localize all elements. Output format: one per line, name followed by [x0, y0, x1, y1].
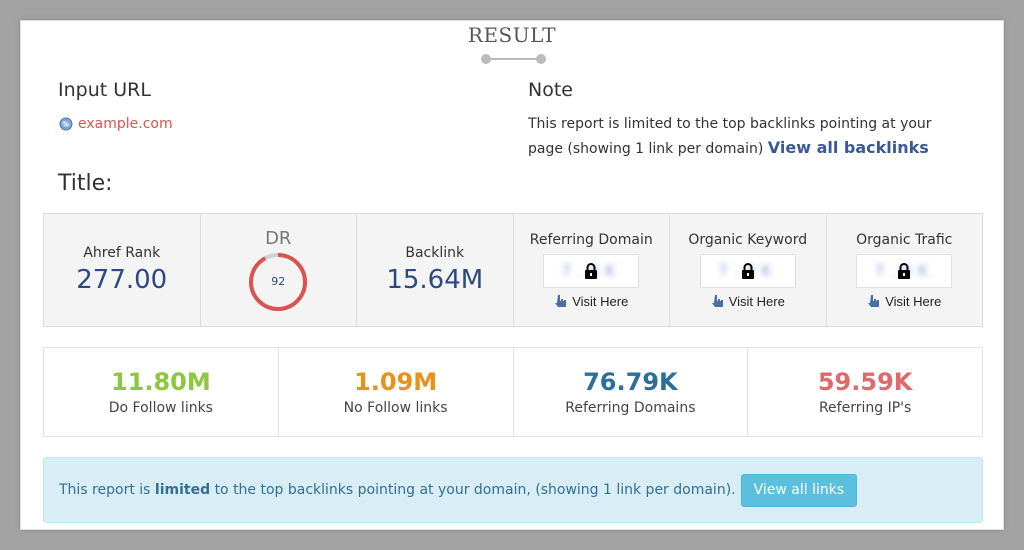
organic-keyword-label: Organic Keyword	[688, 231, 808, 248]
stats-row: Ahref Rank 277.00 DR 92 Backlink 15.64M …	[43, 213, 983, 327]
referring-domain-label: Referring Domain	[529, 231, 653, 248]
dr-gauge: 92	[247, 251, 309, 313]
organic-keyword-locked-value: 7.0K	[699, 253, 796, 288]
info-text: This report is limited to the top backli…	[59, 482, 736, 498]
visit-here-label: Visit Here	[885, 293, 942, 309]
organic-traffic-locked-value: 7.0K	[856, 253, 953, 288]
link-stats-row: 11.80M Do Follow links 1.09M No Follow l…	[43, 347, 983, 437]
stat-organic-keyword: Organic Keyword 7.0K Visit Here	[670, 214, 827, 326]
referring-domain-visit-link[interactable]: Visit Here	[554, 294, 628, 309]
ahref-rank-value: 277.00	[76, 265, 168, 295]
result-divider-line	[485, 58, 543, 60]
info-text-before: This report is	[59, 482, 151, 498]
input-url-link[interactable]: example.com	[59, 116, 173, 132]
divider-dot-left	[481, 54, 491, 64]
view-all-backlinks-link[interactable]: View all backlinks	[768, 138, 929, 157]
visit-here-label: Visit Here	[572, 293, 629, 309]
note-text: This report is limited to the top backli…	[528, 113, 968, 161]
pointer-hand-icon	[868, 295, 880, 307]
referring-domains-value: 76.79K	[583, 368, 678, 396]
page-title: Title:	[58, 171, 113, 196]
result-content: RESULT Input URL example.com Note This r…	[25, 21, 999, 529]
lock-icon	[741, 262, 754, 279]
result-card: RESULT Input URL example.com Note This r…	[20, 20, 1004, 530]
organic-traffic-label: Organic Trafic	[856, 231, 953, 248]
no-follow-stat: 1.09M No Follow links	[279, 348, 514, 436]
do-follow-value: 11.80M	[110, 368, 211, 396]
backlink-label: Backlink	[405, 245, 465, 261]
ahref-rank-label: Ahref Rank	[83, 245, 161, 261]
info-alert: This report is limited to the top backli…	[43, 457, 983, 523]
pointer-hand-icon	[711, 295, 723, 307]
lock-icon	[898, 262, 911, 279]
referring-ips-value: 59.59K	[817, 368, 913, 396]
input-url-heading: Input URL	[58, 79, 151, 101]
organic-keyword-visit-link[interactable]: Visit Here	[711, 294, 785, 309]
stat-backlink: Backlink 15.64M	[357, 214, 514, 326]
view-all-links-button[interactable]: View all links	[740, 473, 858, 507]
backlink-value: 15.64M	[386, 265, 484, 295]
pointer-hand-icon	[555, 295, 567, 307]
do-follow-label: Do Follow links	[108, 400, 213, 416]
referring-domains-stat: 76.79K Referring Domains	[514, 348, 749, 436]
info-text-bold: limited	[154, 482, 211, 498]
dr-label: DR	[265, 227, 292, 249]
referring-domains-label: Referring Domains	[565, 400, 696, 416]
referring-ips-stat: 59.59K Referring IP's	[748, 348, 982, 436]
dr-value: 92	[271, 274, 286, 288]
organic-traffic-visit-link[interactable]: Visit Here	[867, 294, 941, 309]
referring-domain-locked-value: 7.0K	[543, 253, 640, 288]
no-follow-label: No Follow links	[343, 400, 448, 416]
referring-ips-label: Referring IP's	[818, 400, 912, 416]
info-text-after: to the top backlinks pointing at your do…	[214, 482, 736, 498]
stat-dr: DR 92	[201, 214, 357, 326]
note-heading: Note	[528, 79, 573, 101]
do-follow-stat: 11.80M Do Follow links	[44, 348, 279, 436]
result-heading: RESULT	[467, 23, 557, 47]
visit-here-label: Visit Here	[728, 293, 785, 309]
stat-ahref-rank: Ahref Rank 277.00	[44, 214, 201, 326]
input-url-text: example.com	[78, 116, 173, 132]
globe-icon	[59, 117, 73, 131]
lock-icon	[585, 262, 598, 279]
stat-referring-domain: Referring Domain 7.0K Visit Here	[514, 214, 670, 326]
divider-dot-right	[536, 54, 546, 64]
no-follow-value: 1.09M	[354, 368, 438, 396]
stat-organic-traffic: Organic Trafic 7.0K Visit Here	[827, 214, 983, 326]
